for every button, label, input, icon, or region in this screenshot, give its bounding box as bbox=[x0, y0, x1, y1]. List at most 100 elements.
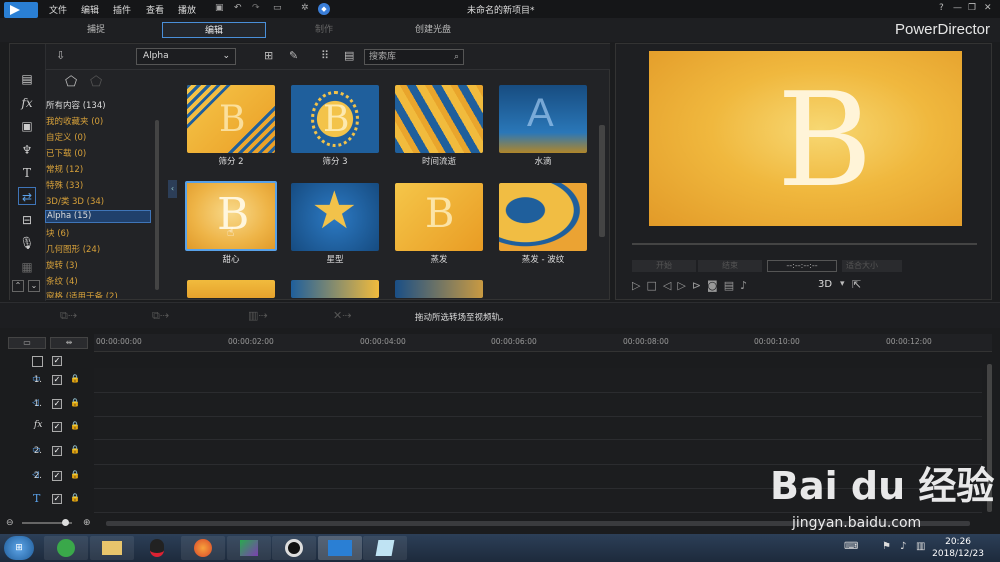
modify-icon[interactable]: ⧉⇢ bbox=[60, 309, 77, 323]
taskbar-record-icon[interactable] bbox=[272, 536, 316, 560]
mode-3d-button[interactable]: 3D bbox=[818, 279, 832, 290]
next-frame-icon[interactable]: ▷ bbox=[677, 279, 691, 292]
category-item[interactable]: 几何图形 (24) bbox=[45, 243, 100, 254]
thumb-partial[interactable] bbox=[187, 280, 275, 298]
taskbar-notes-icon[interactable] bbox=[363, 536, 407, 560]
thumb-evaporate[interactable]: B bbox=[395, 183, 483, 251]
timeline-view-button[interactable]: ▭ bbox=[8, 337, 46, 349]
lock-icon[interactable]: 🔒 bbox=[70, 493, 80, 504]
time-ruler[interactable]: 00:00:00:00 00:00:02:00 00:00:04:00 00:0… bbox=[94, 334, 992, 352]
network-icon[interactable]: ▥ bbox=[916, 541, 925, 552]
category-item[interactable]: 我的收藏夹 (0) bbox=[45, 115, 103, 128]
system-clock[interactable]: 20:26 2018/12/23 bbox=[932, 536, 984, 560]
thumb-partial[interactable] bbox=[291, 280, 379, 298]
thumb-sweetheart-selected[interactable]: B ☝ bbox=[185, 181, 277, 251]
category-item[interactable]: 3D/类 3D (34) bbox=[45, 195, 104, 208]
aspect-ratio-icon[interactable]: ▭ bbox=[273, 3, 282, 13]
track-enable-checkbox[interactable]: ✓ bbox=[52, 446, 62, 456]
undo-icon[interactable]: ↶ bbox=[234, 3, 242, 13]
flag-icon[interactable]: ⚑ bbox=[882, 541, 891, 552]
track-enable-checkbox[interactable]: ✓ bbox=[52, 471, 62, 481]
edit-icon[interactable]: ✎ bbox=[289, 49, 298, 62]
pip-room-icon[interactable]: ▣ bbox=[18, 117, 36, 135]
tab-capture[interactable]: 捕捉 bbox=[61, 22, 131, 38]
lock-icon[interactable]: 🔒 bbox=[70, 398, 80, 409]
category-item[interactable]: 条纹 (4) bbox=[45, 275, 78, 288]
play-icon[interactable]: ▷ bbox=[632, 279, 646, 292]
keyboard-icon[interactable]: ⌨ bbox=[844, 541, 858, 552]
thumb-time-lapse[interactable] bbox=[395, 85, 483, 153]
timeline-track[interactable] bbox=[94, 417, 982, 440]
category-scrollbar[interactable] bbox=[155, 120, 159, 290]
lock-icon[interactable]: 🔒 bbox=[70, 374, 80, 385]
lock-icon[interactable]: 🔒 bbox=[70, 445, 80, 456]
close-icon[interactable]: ✕ bbox=[984, 3, 992, 13]
zoom-slider-handle[interactable] bbox=[62, 519, 69, 526]
menu-edit[interactable]: 编辑 bbox=[81, 3, 99, 16]
restore-icon[interactable]: ❐ bbox=[968, 3, 976, 13]
chapter-room-icon[interactable]: ▦ bbox=[18, 258, 36, 276]
taskbar-powerdirector-icon[interactable] bbox=[318, 536, 362, 560]
grid-view-icon[interactable]: ⠿ bbox=[321, 49, 329, 62]
track-enable-checkbox[interactable]: ✓ bbox=[52, 356, 62, 366]
thumb-sieve-2[interactable]: B bbox=[187, 85, 275, 153]
tab-create-disc[interactable]: 创建光盘 bbox=[398, 22, 468, 38]
menu-plugins[interactable]: 插件 bbox=[113, 3, 131, 16]
track-enable-checkbox[interactable]: ✓ bbox=[52, 375, 62, 385]
audio-mixing-icon[interactable]: ⊟ bbox=[18, 211, 36, 229]
category-item[interactable]: 特殊 (33) bbox=[45, 179, 83, 192]
volume-tray-icon[interactable]: ♪ bbox=[900, 541, 906, 552]
settings-icon[interactable]: ✲ bbox=[301, 3, 309, 13]
category-item[interactable]: 常规 (12) bbox=[45, 163, 83, 176]
category-item[interactable]: 已下载 (0) bbox=[45, 147, 86, 160]
category-item[interactable]: 旋转 (3) bbox=[45, 259, 78, 272]
effect-room-icon[interactable]: fx bbox=[18, 94, 36, 112]
category-item[interactable]: 窗格 (适用于备 (2) bbox=[45, 290, 118, 298]
fit-size-dropdown[interactable]: 适合大小 bbox=[842, 260, 902, 272]
category-item[interactable]: 块 (6) bbox=[45, 227, 69, 240]
category-item[interactable]: 自定义 (0) bbox=[45, 131, 86, 144]
tab-produce[interactable]: 制作 bbox=[289, 22, 359, 38]
track-enable-checkbox[interactable]: ✓ bbox=[52, 422, 62, 432]
save-icon[interactable]: ▣ bbox=[215, 3, 224, 13]
options-icon[interactable]: ▤ bbox=[344, 49, 354, 62]
taskbar-media-icon[interactable] bbox=[227, 536, 271, 560]
keyframe-icon[interactable]: ✕⇢ bbox=[333, 309, 351, 322]
particle-room-icon[interactable]: ♆ bbox=[18, 141, 36, 159]
collapse-arrow-icon[interactable]: ‹ bbox=[168, 180, 177, 198]
taskbar-firefox-icon[interactable] bbox=[181, 536, 225, 560]
redo-icon[interactable]: ↷ bbox=[252, 3, 260, 13]
chevron-down-icon[interactable]: ▾ bbox=[840, 279, 845, 289]
thumb-sieve-3[interactable]: B bbox=[291, 85, 379, 153]
thumb-water-drop[interactable]: A bbox=[499, 85, 587, 153]
zoom-in-icon[interactable]: ⊕ bbox=[83, 518, 91, 528]
tab-edit[interactable]: 编辑 bbox=[162, 22, 266, 38]
lock-icon[interactable]: 🔒 bbox=[70, 421, 80, 432]
select-all-tracks-box[interactable] bbox=[32, 356, 43, 367]
search-input[interactable]: 搜索库 ⌕ bbox=[364, 49, 464, 65]
taskbar-folder-icon[interactable] bbox=[90, 536, 134, 560]
lock-icon[interactable]: 🔒 bbox=[70, 470, 80, 481]
timeline-track[interactable] bbox=[94, 368, 982, 393]
taskbar-qq-icon[interactable] bbox=[135, 536, 179, 560]
category-item[interactable]: 所有内容 (134) bbox=[45, 99, 106, 112]
thumb-partial[interactable] bbox=[395, 280, 483, 298]
subtitle-icon[interactable]: ▤ bbox=[724, 279, 740, 292]
mark-out-button[interactable]: 结束 bbox=[698, 260, 762, 272]
transition-room-icon[interactable]: ⇄ bbox=[18, 187, 36, 205]
undock-icon[interactable]: ⇱ bbox=[852, 278, 861, 291]
preview-progress-track[interactable] bbox=[632, 243, 977, 245]
volume-icon[interactable]: ♪ bbox=[740, 279, 753, 292]
split-icon[interactable]: ▥⇢ bbox=[248, 309, 268, 322]
scroll-up-icon[interactable]: ⌃ bbox=[12, 280, 24, 292]
trim-icon[interactable]: ⧉⇢ bbox=[152, 309, 169, 323]
zoom-out-icon[interactable]: ⊖ bbox=[6, 518, 14, 528]
menu-file[interactable]: 文件 bbox=[49, 3, 67, 16]
thumb-star[interactable]: ★ bbox=[291, 183, 379, 251]
title-room-icon[interactable]: T bbox=[18, 164, 36, 182]
scroll-down-icon[interactable]: ⌄ bbox=[28, 280, 40, 292]
snapshot-icon[interactable]: ◙ bbox=[707, 279, 724, 292]
menu-play[interactable]: 播放 bbox=[178, 3, 196, 16]
menu-view[interactable]: 查看 bbox=[146, 3, 164, 16]
thumb-evaporate-ripple[interactable] bbox=[499, 183, 587, 251]
